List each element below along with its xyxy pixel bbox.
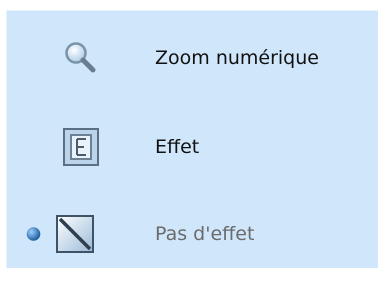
radio-bullet-icon [26, 227, 41, 241]
popup-menu: Zoom numérique Effet Pas d'effet [6, 10, 378, 268]
effect-e-icon [63, 128, 99, 166]
no-effect-icon [56, 215, 94, 253]
menu-item-effect[interactable]: Effet [7, 117, 379, 177]
menu-item-no-effect[interactable]: Pas d'effet [7, 204, 379, 264]
menu-item-label: Zoom numérique [155, 47, 319, 69]
menu-item-label: Pas d'effet [155, 223, 255, 245]
magnifier-icon [65, 42, 96, 73]
menu-item-digital-zoom[interactable]: Zoom numérique [7, 28, 379, 88]
menu-item-label: Effet [155, 136, 200, 158]
